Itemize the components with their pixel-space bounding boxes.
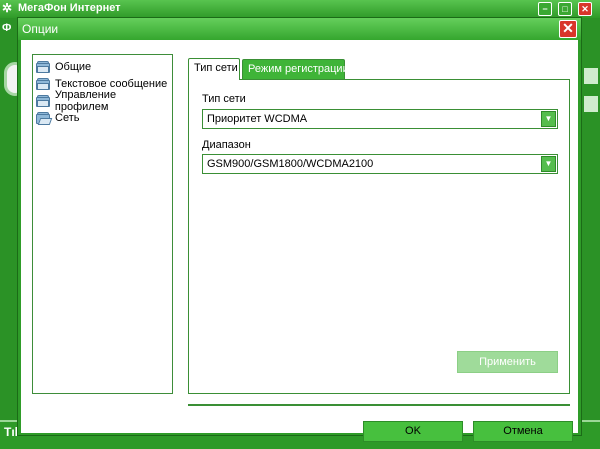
folder-icon	[36, 77, 50, 90]
apply-button[interactable]: Применить	[457, 351, 558, 373]
options-dialog: Опции ✕ Общие Текстовое сообщение Управл…	[17, 17, 582, 442]
tree-item-general[interactable]: Общие	[36, 59, 91, 75]
folder-open-icon	[36, 111, 53, 125]
band-select[interactable]: GSM900/GSM1800/WCDMA2100 ▼	[202, 154, 558, 174]
bg-maximize-icon[interactable]: □	[558, 2, 572, 16]
signal-strength-icon: Tıl	[4, 425, 18, 439]
bg-close-icon[interactable]: ✕	[578, 2, 592, 16]
dialog-body: Общие Текстовое сообщение Управление про…	[21, 40, 578, 442]
background-arrow-icon[interactable]	[584, 68, 598, 84]
background-left-panel	[0, 40, 18, 449]
tab-network-type[interactable]: Тип сети	[188, 58, 240, 80]
background-arrow-icon[interactable]	[584, 96, 598, 112]
background-app-title: МегаФон Интернет	[18, 2, 121, 14]
cancel-button[interactable]: Отмена	[473, 421, 573, 442]
tree-item-label: Сеть	[55, 112, 80, 124]
tab-registration-mode[interactable]: Режим регистрации	[242, 59, 349, 80]
network-type-select[interactable]: Приоритет WCDMA ▼	[202, 109, 558, 129]
network-type-value: Приоритет WCDMA	[207, 113, 308, 125]
tree-item-label: Общие	[55, 61, 92, 73]
tree-item-network[interactable]: Сеть	[36, 110, 79, 126]
dialog-titlebar: Опции ✕	[18, 18, 581, 40]
megafon-logo-icon: ✲	[2, 1, 13, 15]
dialog-title: Опции	[22, 22, 59, 36]
band-label: Диапазон	[202, 139, 251, 151]
folder-icon	[36, 94, 50, 107]
band-value: GSM900/GSM1800/WCDMA2100	[207, 158, 374, 170]
bg-minimize-icon[interactable]: −	[538, 2, 552, 16]
close-icon[interactable]: ✕	[559, 20, 577, 38]
chevron-down-icon[interactable]: ▼	[541, 111, 556, 127]
network-type-label: Тип сети	[202, 93, 246, 105]
chevron-down-icon[interactable]: ▼	[541, 156, 556, 172]
tab-panel: Тип сети Приоритет WCDMA ▼ Диапазон GSM9…	[188, 79, 570, 394]
folder-icon	[36, 60, 50, 73]
background-menu-item[interactable]: Ф	[2, 22, 11, 34]
divider	[188, 404, 570, 406]
ok-button[interactable]: OK	[363, 421, 463, 442]
tree-item-profile-management[interactable]: Управление профилем	[36, 89, 172, 113]
background-titlebar: ✲ МегаФон Интернет − □ ✕	[0, 0, 600, 18]
options-tree: Общие Текстовое сообщение Управление про…	[32, 54, 173, 394]
